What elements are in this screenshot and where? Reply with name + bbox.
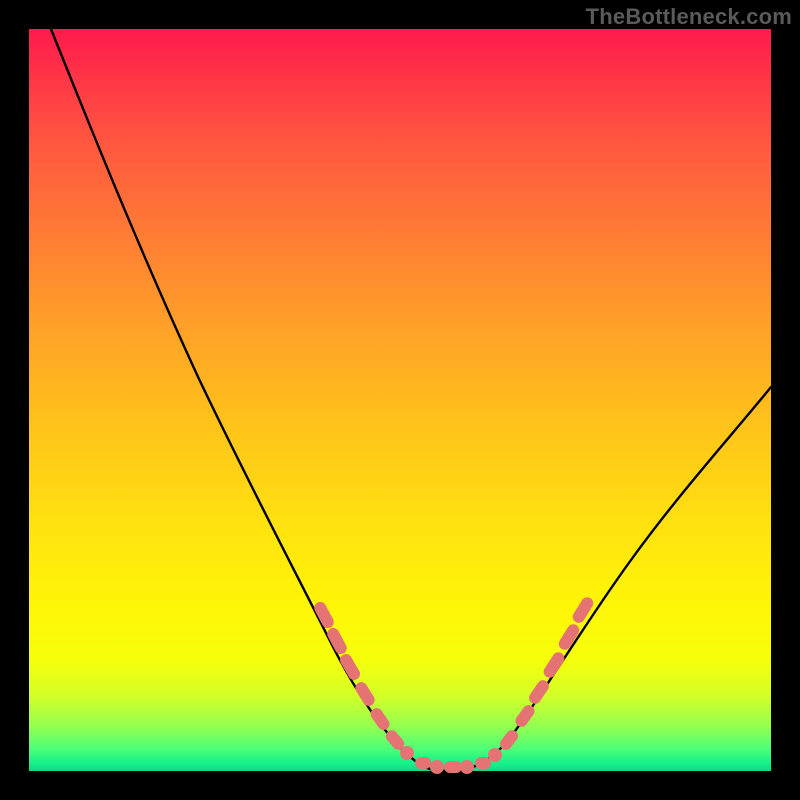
chart-frame: TheBottleneck.com [0,0,800,800]
plot-area [29,29,771,771]
markers-left [312,600,407,752]
curve-left [51,29,449,771]
curve-svg [29,29,771,771]
watermark-text: TheBottleneck.com [586,4,792,30]
curve-right [449,387,771,771]
markers-right [497,595,595,752]
